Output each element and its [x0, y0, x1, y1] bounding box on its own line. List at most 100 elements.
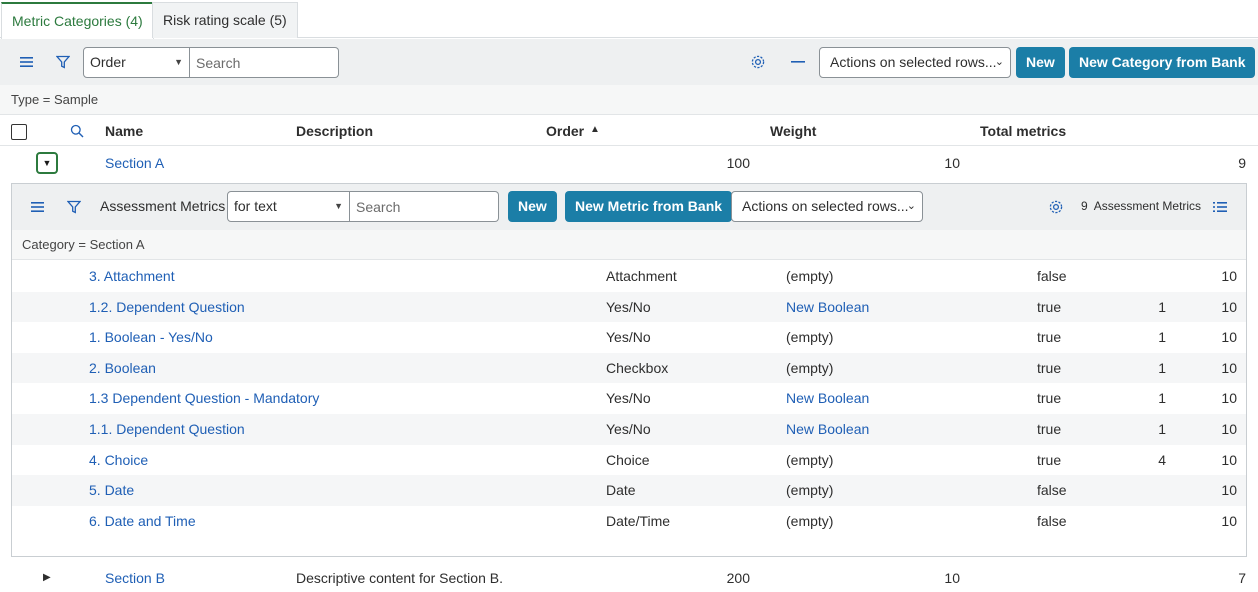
metric-row: 4. Choice Choice (empty) true 4 10	[12, 445, 1246, 476]
metric-weight: 10	[1221, 298, 1237, 315]
select-all-checkbox[interactable]	[11, 124, 27, 140]
caret-down-icon: ▼	[174, 57, 183, 67]
metric-type: Yes/No	[606, 298, 651, 315]
metric-name-link[interactable]: 4. Choice	[89, 445, 148, 475]
chevron-down-icon: ⌄	[994, 56, 1004, 68]
list-view-icon[interactable]	[1208, 195, 1232, 219]
list-toolbar: Order ▼ Actions on selected rows... ⌄ Ne…	[0, 39, 1258, 85]
metric-value: 1	[1158, 390, 1166, 407]
metric-active: false	[1037, 512, 1067, 529]
metric-weight: 10	[1221, 421, 1237, 437]
metric-active: true	[1037, 390, 1062, 407]
metric-active: true	[1037, 451, 1062, 468]
new-category-from-bank-button[interactable]: New Category from Bank	[1069, 47, 1256, 78]
metric-name-link[interactable]: 3. Attachment	[89, 261, 175, 291]
metric-row: 2. Boolean Checkbox (empty) true 1 10	[12, 352, 1246, 384]
gear-icon[interactable]	[746, 50, 770, 74]
tab-risk-rating-scale[interactable]: Risk rating scale (5)	[152, 2, 298, 38]
metric-depends-on[interactable]: New Boolean	[786, 414, 869, 444]
metric-name-link[interactable]: 5. Date	[89, 475, 134, 505]
column-description[interactable]: Description	[296, 123, 373, 139]
table-row: ▶ Section B Descriptive content for Sect…	[0, 564, 1258, 592]
column-total-metrics[interactable]: Total metrics	[980, 123, 1066, 139]
metric-type: Yes/No	[606, 390, 651, 407]
nested-toolbar: Assessment Metrics for text ▼ New New Me…	[12, 184, 1246, 230]
filter-icon[interactable]	[51, 50, 75, 74]
actions-select[interactable]: Actions on selected rows... ⌄	[819, 47, 1011, 78]
metric-row: 1.2. Dependent Question Yes/No New Boolean…	[12, 291, 1246, 323]
assessment-metrics-related-list: Assessment Metrics for text ▼ New New Me…	[11, 183, 1247, 557]
nested-search-input[interactable]	[350, 191, 499, 222]
metric-type: Checkbox	[606, 359, 669, 376]
nested-new-button[interactable]: New	[508, 191, 557, 222]
metric-depends-on: (empty)	[786, 512, 834, 529]
column-name[interactable]: Name	[105, 123, 143, 139]
filter-breadcrumb[interactable]: Type = Sample	[0, 85, 1258, 115]
metric-weight: 10	[1221, 359, 1237, 376]
column-weight[interactable]: Weight	[770, 123, 816, 139]
column-search-icon[interactable]	[65, 119, 89, 143]
caret-down-icon: ▼	[334, 201, 343, 211]
category-name-link[interactable]: Section B	[105, 564, 165, 592]
record-count-number: 9	[1081, 199, 1088, 213]
metric-row: 1. Boolean - Yes/No Yes/No (empty) true 1 10	[12, 322, 1246, 353]
metric-name-link[interactable]: 1.3 Dependent Question - Mandatory	[89, 383, 319, 413]
metric-weight: 10	[1221, 451, 1237, 468]
collapse-row-icon[interactable]: ▼	[36, 152, 58, 174]
sort-ascending-icon: ▲	[590, 124, 600, 135]
actions-select-value: Actions on selected rows...	[830, 54, 997, 70]
metric-name-link[interactable]: 1.1. Dependent Question	[89, 414, 245, 444]
metric-value: 1	[1158, 359, 1166, 376]
metric-type: Choice	[606, 451, 650, 468]
metric-depends-on: (empty)	[786, 451, 834, 468]
nested-search-field-select[interactable]: for text ▼	[227, 191, 350, 222]
expand-row-icon[interactable]: ▶	[43, 564, 51, 592]
metric-row: 6. Date and Time Date/Time (empty) false 10	[12, 506, 1246, 537]
metric-weight: 10	[1221, 329, 1237, 346]
metric-name-link[interactable]: 2. Boolean	[89, 353, 156, 383]
record-count-label: Assessment Metrics	[1093, 199, 1202, 213]
metric-active: true	[1037, 421, 1062, 437]
category-weight: 10	[944, 155, 960, 171]
search-field-select[interactable]: Order ▼	[83, 47, 190, 78]
nested-gear-icon[interactable]	[1044, 195, 1068, 219]
metric-row: 1.1. Dependent Question Yes/No New Boolean…	[12, 414, 1246, 445]
metric-depends-on[interactable]: New Boolean	[786, 383, 869, 413]
category-order: 200	[726, 570, 750, 586]
metric-weight: 10	[1221, 512, 1237, 529]
tab-bar: Metric Categories (4) Risk rating scale …	[0, 0, 1258, 39]
metric-name-link[interactable]: 1.2. Dependent Question	[89, 292, 245, 322]
category-name-link[interactable]: Section A	[105, 147, 164, 179]
record-count: 9 Assessment Metrics	[1081, 199, 1201, 213]
search-field-select-value: Order	[90, 54, 126, 70]
category-weight: 10	[944, 570, 960, 586]
metric-depends-on: (empty)	[786, 359, 834, 376]
metric-depends-on[interactable]: New Boolean	[786, 292, 869, 322]
nested-menu-icon[interactable]	[26, 195, 50, 219]
metric-type: Date/Time	[606, 512, 671, 529]
metric-depends-on: (empty)	[786, 329, 834, 346]
metric-row: 3. Attachment Attachment (empty) false 10	[12, 261, 1246, 292]
metric-row: 5. Date Date (empty) false 10	[12, 475, 1246, 506]
metric-name-link[interactable]: 1. Boolean - Yes/No	[89, 322, 213, 352]
metric-type: Yes/No	[606, 421, 651, 437]
nested-filter-icon[interactable]	[62, 195, 86, 219]
column-order[interactable]: Order	[546, 123, 584, 139]
nested-actions-select[interactable]: Actions on selected rows... ⌄	[731, 191, 923, 222]
collapse-icon[interactable]	[786, 50, 810, 74]
chevron-down-icon: ⌄	[906, 200, 916, 212]
metric-active: false	[1037, 268, 1067, 284]
new-button[interactable]: New	[1016, 47, 1065, 78]
tab-metric-categories[interactable]: Metric Categories (4)	[1, 2, 154, 39]
list-menu-icon[interactable]	[15, 50, 39, 74]
new-metric-from-bank-button[interactable]: New Metric from Bank	[565, 191, 733, 222]
category-total-metrics: 9	[1238, 155, 1246, 171]
search-input[interactable]	[190, 47, 339, 78]
metric-row: 1.3 Dependent Question - Mandatory Yes/No…	[12, 383, 1246, 414]
metric-value: 1	[1158, 421, 1166, 437]
metric-weight: 10	[1221, 268, 1237, 284]
metric-name-link[interactable]: 6. Date and Time	[89, 506, 196, 536]
nested-filter-breadcrumb[interactable]: Category = Section A	[12, 230, 1246, 260]
metric-weight: 10	[1221, 482, 1237, 499]
category-description: Descriptive content for Section B.	[296, 570, 503, 586]
